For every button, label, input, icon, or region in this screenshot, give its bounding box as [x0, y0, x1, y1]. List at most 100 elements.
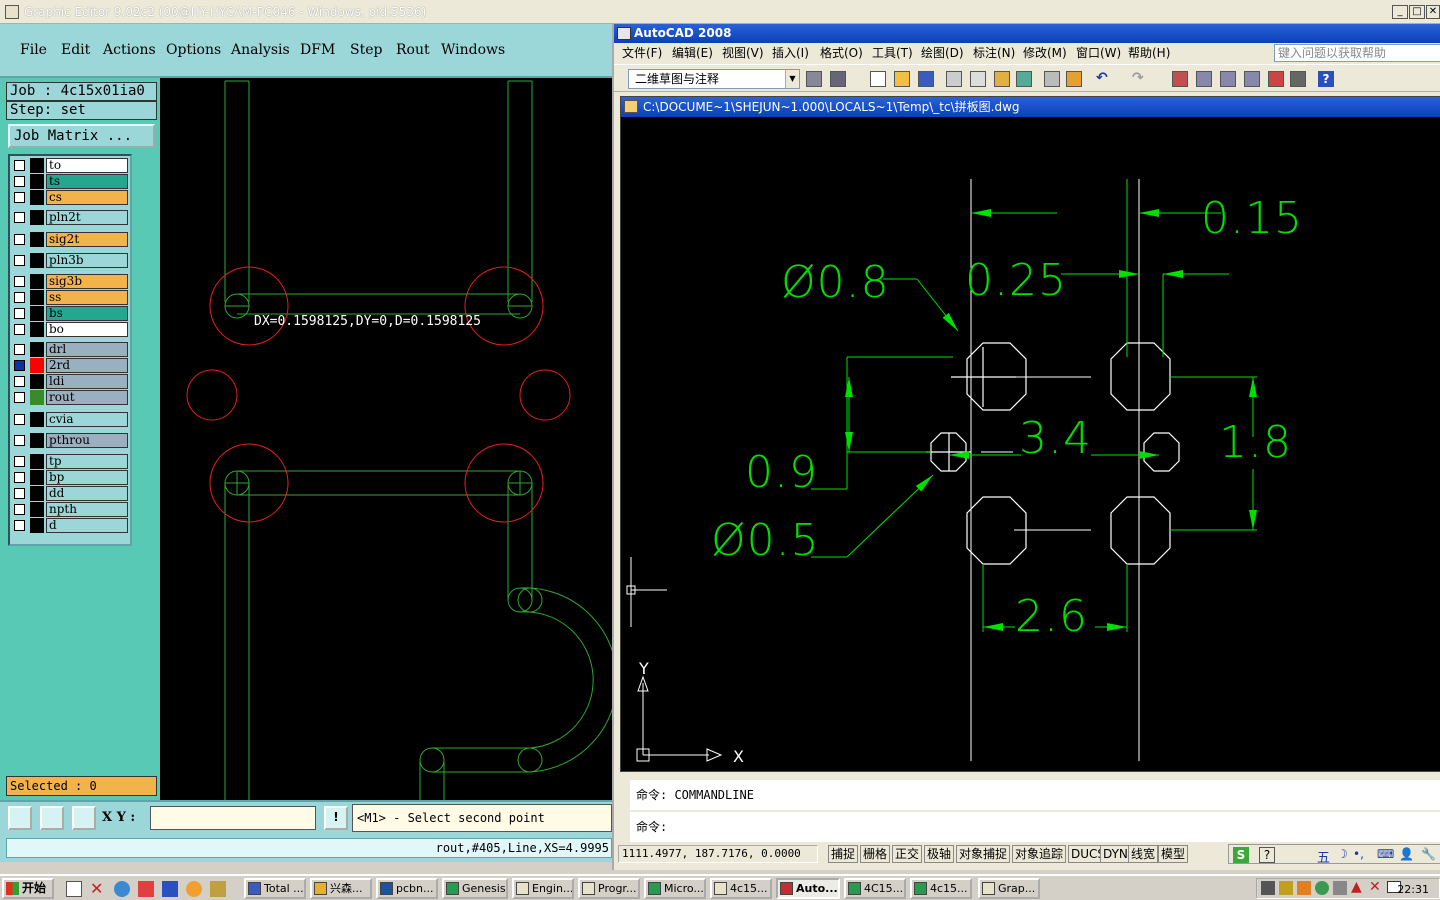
undo-icon[interactable]: ↶ [1096, 71, 1112, 87]
taskbar-item-active[interactable]: Auto... [776, 878, 840, 899]
osnap-toggle[interactable]: 对象捕捉 [956, 845, 1011, 863]
taskbar-item[interactable]: Micro... [644, 878, 706, 899]
ac-menu-modify[interactable]: 修改(M) [1023, 43, 1067, 63]
layer-name[interactable]: dd [46, 486, 128, 501]
tray-autocad-icon[interactable]: ▲ [1351, 879, 1362, 895]
layer-color-swatch[interactable] [30, 502, 44, 517]
layer-color-swatch[interactable] [30, 342, 44, 357]
tray-network-icon[interactable] [1261, 881, 1275, 895]
layer-color-swatch[interactable] [30, 190, 44, 205]
layer-color-swatch[interactable] [30, 158, 44, 173]
ime-punct-icon[interactable]: •, [1353, 847, 1364, 861]
layer-checkbox[interactable] [14, 392, 25, 403]
layer-checkbox[interactable] [14, 255, 25, 266]
layer-row-ss[interactable]: ss [10, 290, 130, 305]
layer-row-ts[interactable]: ts [10, 174, 130, 189]
layer-checkbox[interactable] [14, 192, 25, 203]
layer-name[interactable]: cs [46, 190, 128, 205]
layer-row-pln3b[interactable]: pln3b [10, 253, 130, 268]
design-center-icon[interactable] [1220, 71, 1236, 87]
layer-checkbox[interactable] [14, 212, 25, 223]
ac-menu-file[interactable]: 文件(F) [622, 43, 662, 63]
layer-color-swatch[interactable] [30, 454, 44, 469]
ime-user-icon[interactable]: 👤 [1399, 847, 1414, 861]
workspace-settings-icon[interactable] [806, 71, 822, 87]
snap-toggle[interactable]: 捕捉 [828, 845, 859, 863]
menu-analysis[interactable]: Analysis [231, 42, 290, 58]
layer-checkbox[interactable] [14, 276, 25, 287]
polar-toggle[interactable]: 极轴 [924, 845, 955, 863]
chevron-down-icon[interactable]: ▼ [785, 70, 799, 88]
menu-windows[interactable]: Windows [441, 42, 505, 58]
layer-name[interactable]: to [46, 158, 128, 173]
model-toggle[interactable]: 模型 [1158, 845, 1189, 863]
cut-icon[interactable] [1044, 71, 1060, 87]
menu-dfm[interactable]: DFM [300, 42, 335, 58]
layer-row-pthrou[interactable]: pthrou [10, 433, 130, 448]
layer-checkbox[interactable] [14, 324, 25, 335]
layer-color-swatch[interactable] [30, 306, 44, 321]
grid-tool-icon[interactable] [72, 806, 96, 830]
layer-color-swatch[interactable] [30, 358, 44, 373]
layer-color-swatch[interactable] [30, 470, 44, 485]
layer-name[interactable]: ts [46, 174, 128, 189]
ac-menu-help[interactable]: 帮助(H) [1128, 43, 1170, 63]
snap-tool-icon[interactable] [40, 806, 64, 830]
otrack-toggle[interactable]: 对象追踪 [1012, 845, 1067, 863]
layer-color-swatch[interactable] [30, 374, 44, 389]
layer-checkbox[interactable] [14, 414, 25, 425]
layer-name[interactable]: tp [46, 454, 128, 469]
tool-palette-icon[interactable] [1244, 71, 1260, 87]
grid-toggle[interactable]: 栅格 [860, 845, 891, 863]
workspace-icon[interactable] [830, 71, 846, 87]
layer-row-sig3b[interactable]: sig3b [10, 274, 130, 289]
ac-menu-tools[interactable]: 工具(T) [872, 43, 913, 63]
quicklaunch-edit-icon[interactable] [66, 881, 82, 897]
taskbar-item[interactable]: pcbn... [376, 878, 438, 899]
layer-color-swatch[interactable] [30, 390, 44, 405]
taskbar-item[interactable]: Genesis [442, 878, 508, 899]
alert-icon[interactable]: ! [324, 806, 348, 830]
layer-row-bs[interactable]: bs [10, 306, 130, 321]
publish-icon[interactable] [994, 71, 1010, 87]
command-input[interactable]: 命令: [630, 812, 1440, 842]
layer-checkbox[interactable] [14, 488, 25, 499]
layer-color-swatch[interactable] [30, 486, 44, 501]
layer-name[interactable]: pthrou [46, 433, 128, 448]
layer-row-cs[interactable]: cs [10, 190, 130, 205]
help-search-input[interactable]: 键入问题以获取帮助 [1274, 44, 1440, 62]
layer-row-to[interactable]: to [10, 158, 130, 173]
menu-file[interactable]: File [20, 42, 47, 58]
redo-icon[interactable]: ↷ [1132, 71, 1148, 87]
layer-row-sig2t[interactable]: sig2t [10, 232, 130, 247]
layer-name[interactable]: drl [46, 342, 128, 357]
layer-name[interactable]: pln3b [46, 253, 128, 268]
layer-name[interactable]: ss [46, 290, 128, 305]
layer-name[interactable]: bs [46, 306, 128, 321]
xy-input[interactable] [150, 806, 316, 830]
quicklaunch-folder-icon[interactable] [210, 881, 226, 897]
quicklaunch-save-icon[interactable] [162, 881, 178, 897]
layer-checkbox[interactable] [14, 435, 25, 446]
maximize-button[interactable]: □ [1409, 5, 1425, 19]
save-icon[interactable] [918, 71, 934, 87]
layer-row-ldi[interactable]: ldi [10, 374, 130, 389]
layer-name[interactable]: bp [46, 470, 128, 485]
ac-menu-edit[interactable]: 编辑(E) [672, 43, 713, 63]
menu-options[interactable]: Options [166, 42, 221, 58]
print-icon[interactable] [946, 71, 962, 87]
ime-tools-icon[interactable]: 🔧 [1421, 847, 1436, 861]
ac-menu-draw[interactable]: 绘图(D) [921, 43, 964, 63]
quicklaunch-globe-icon[interactable] [114, 881, 130, 897]
layer-checkbox[interactable] [14, 160, 25, 171]
layer-name[interactable]: d [46, 518, 128, 533]
layer-checkbox[interactable] [14, 176, 25, 187]
job-matrix-button[interactable]: Job Matrix ... [8, 124, 155, 148]
layer-row-bp[interactable]: bp [10, 470, 130, 485]
dyn-toggle[interactable]: DYN [1100, 845, 1131, 863]
new-file-icon[interactable] [870, 71, 886, 87]
layer-row-dd[interactable]: dd [10, 486, 130, 501]
quicklaunch-x-icon[interactable]: ✕ [90, 879, 103, 898]
ac-menu-window[interactable]: 窗口(W) [1076, 43, 1121, 63]
ime-wubi-icon[interactable]: 五 [1317, 847, 1330, 866]
